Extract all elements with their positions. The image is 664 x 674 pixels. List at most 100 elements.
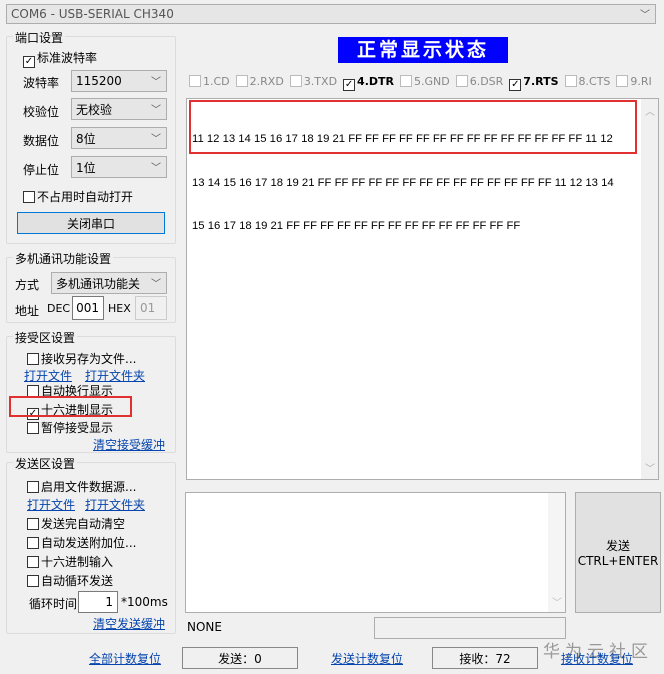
highlight-box (9, 396, 132, 417)
checkbox-icon (235, 75, 248, 87)
checkbox-icon (27, 353, 39, 365)
label: 8.CTS (578, 75, 611, 88)
rx-line: 13 14 15 16 17 18 19 21 FF FF FF FF FF F… (192, 176, 614, 189)
group-title: 发送区设置 (13, 455, 78, 472)
checkbox-icon (27, 575, 39, 587)
scroll-up-icon[interactable]: ︿ (645, 103, 655, 118)
label: 3.TXD (303, 75, 338, 88)
data-bits-select[interactable]: 8位 ﹀ (71, 127, 167, 149)
rx-line: 15 16 17 18 19 21 FF FF FF FF FF FF FF F… (192, 220, 521, 232)
scroll-down-icon[interactable]: ﹀ (645, 460, 655, 475)
port-select-value: COM6 - USB-SERIAL CH340 (11, 7, 174, 21)
parity-select[interactable]: 无校验 ﹀ (71, 98, 167, 120)
checkbox-icon (23, 191, 35, 203)
label: 标准波特率 (37, 51, 98, 65)
signal-ri-checkbox[interactable]: 9.RI (616, 75, 652, 91)
reset-recv-link[interactable]: 接收计数复位 (561, 650, 633, 667)
data-bits-label: 数据位 (23, 134, 60, 148)
pause-display-checkbox[interactable]: 暂停接受显示 (27, 419, 113, 436)
checkbox-icon (27, 481, 39, 493)
port-select[interactable]: COM6 - USB-SERIAL CH340 ﹀ (6, 4, 656, 24)
chevron-down-icon: ﹀ (640, 9, 650, 21)
dec-input[interactable]: 001 (72, 296, 104, 320)
file-source-checkbox[interactable]: 启用文件数据源... (27, 478, 136, 495)
signal-cd-checkbox[interactable]: 1.CD (189, 75, 230, 91)
auto-append-checkbox[interactable]: 自动发送附加位... (27, 534, 136, 551)
chevron-down-icon: ﹀ (151, 162, 161, 174)
parity-label: 校验位 (23, 105, 60, 119)
recv-count: 接收：72 (432, 647, 538, 669)
group-title: 端口设置 (13, 29, 66, 46)
open-folder-link[interactable]: 打开文件夹 (85, 496, 145, 513)
value: 无校验 (76, 102, 113, 117)
receive-settings-group: 接受区设置 接收另存为文件... 打开文件 打开文件夹 自动换行显示 ✓ 十六进制… (6, 329, 176, 453)
label: 7.RTS (523, 75, 559, 88)
checkbox-icon (399, 75, 412, 87)
receive-textarea[interactable]: ︿ ﹀ 11 12 13 14 15 16 17 18 19 21 FF FF F… (186, 98, 659, 480)
chevron-down-icon: ﹀ (151, 104, 161, 116)
scroll-down-icon[interactable]: ﹀ (552, 594, 562, 609)
label: 9.RI (630, 75, 652, 88)
baud-select[interactable]: 115200 ﹀ (71, 70, 167, 92)
auto-open-checkbox[interactable]: 不占用时自动打开 (23, 188, 133, 205)
close-port-button[interactable]: 关闭串口 (17, 212, 165, 234)
signal-indicators: 1.CD 2.RXD 3.TXD ✓ 4.DTR 5.GND 6.DSR ✓ 7.RTS 8.CT… (189, 75, 652, 91)
scrollbar[interactable]: ︿ ﹀ (641, 99, 658, 479)
std-baud-checkbox[interactable]: ✓ 标准波特率 (23, 49, 97, 68)
label: 发送完自动清空 (41, 517, 126, 531)
group-title: 接受区设置 (13, 329, 78, 346)
hex-label: HEX (108, 302, 131, 315)
value: 115200 (76, 74, 122, 88)
signal-gnd-checkbox[interactable]: 5.GND (399, 75, 450, 91)
send-textarea[interactable]: ﹀ (185, 492, 566, 613)
signal-dtr-checkbox[interactable]: ✓ 4.DTR (343, 75, 394, 91)
stop-bits-select[interactable]: 1位 ﹀ (71, 156, 167, 178)
signal-rts-checkbox[interactable]: ✓ 7.RTS (509, 75, 559, 91)
reset-all-link[interactable]: 全部计数复位 (89, 650, 161, 667)
checkbox-icon (189, 75, 201, 87)
checkbox-icon (27, 537, 39, 549)
auto-loop-checkbox[interactable]: 自动循环发送 (27, 572, 113, 589)
checkbox-icon (27, 556, 39, 568)
value: 01 (140, 301, 156, 315)
reset-sent-link[interactable]: 发送计数复位 (331, 650, 403, 667)
status-banner: 正常显示状态 (338, 37, 508, 63)
save-to-file-checkbox[interactable]: 接收另存为文件... (27, 350, 136, 367)
mode-select[interactable]: 多机通讯功能关 ﹀ (51, 272, 167, 294)
signal-cts-checkbox[interactable]: 8.CTS (564, 75, 611, 91)
baud-label: 波特率 (23, 76, 60, 90)
signal-dsr-checkbox[interactable]: 6.DSR (455, 75, 503, 91)
loop-time-label: 循环时间 (29, 597, 78, 611)
hex-input-checkbox[interactable]: 十六进制输入 (27, 553, 113, 570)
loop-time-input[interactable]: 1 (78, 591, 118, 613)
send-button[interactable]: 发送 CTRL+ENTER (575, 492, 661, 613)
checkbox-icon (289, 75, 302, 87)
label: 暂停接受显示 (41, 421, 114, 435)
label: 关闭串口 (66, 216, 115, 231)
hex-input[interactable]: 01 (135, 296, 167, 320)
sent-count: 发送：0 (182, 647, 298, 669)
check-icon: ✓ (343, 79, 356, 91)
label: 1.CD (203, 75, 230, 88)
checkbox-icon (27, 518, 39, 530)
status-field (374, 617, 566, 639)
label: 发送 (605, 539, 630, 553)
clear-receive-link[interactable]: 清空接受缓冲 (93, 436, 165, 453)
label: 自动发送附加位... (41, 536, 137, 550)
value: 接收：72 (459, 651, 511, 666)
checkbox-icon (564, 75, 577, 87)
signal-rxd-checkbox[interactable]: 2.RXD (235, 75, 284, 91)
label: 不占用时自动打开 (37, 190, 134, 204)
signal-txd-checkbox[interactable]: 3.TXD (289, 75, 338, 91)
checkbox-icon (455, 75, 468, 87)
clear-send-link[interactable]: 清空发送缓冲 (93, 615, 165, 632)
check-icon: ✓ (23, 56, 35, 68)
group-title: 多机通讯功能设置 (13, 250, 114, 267)
auto-clear-checkbox[interactable]: 发送完自动清空 (27, 515, 125, 532)
label: 启用文件数据源... (41, 480, 137, 494)
port-settings-group: 端口设置 ✓ 标准波特率 波特率 115200 ﹀ 校验位 无校验 ﹀ 数据位 8位 ﹀… (6, 29, 176, 244)
open-file-link[interactable]: 打开文件 (27, 496, 75, 513)
scrollbar[interactable]: ﹀ (548, 493, 565, 612)
value: 多机通讯功能关 (56, 276, 141, 291)
status-none: NONE (187, 620, 222, 634)
